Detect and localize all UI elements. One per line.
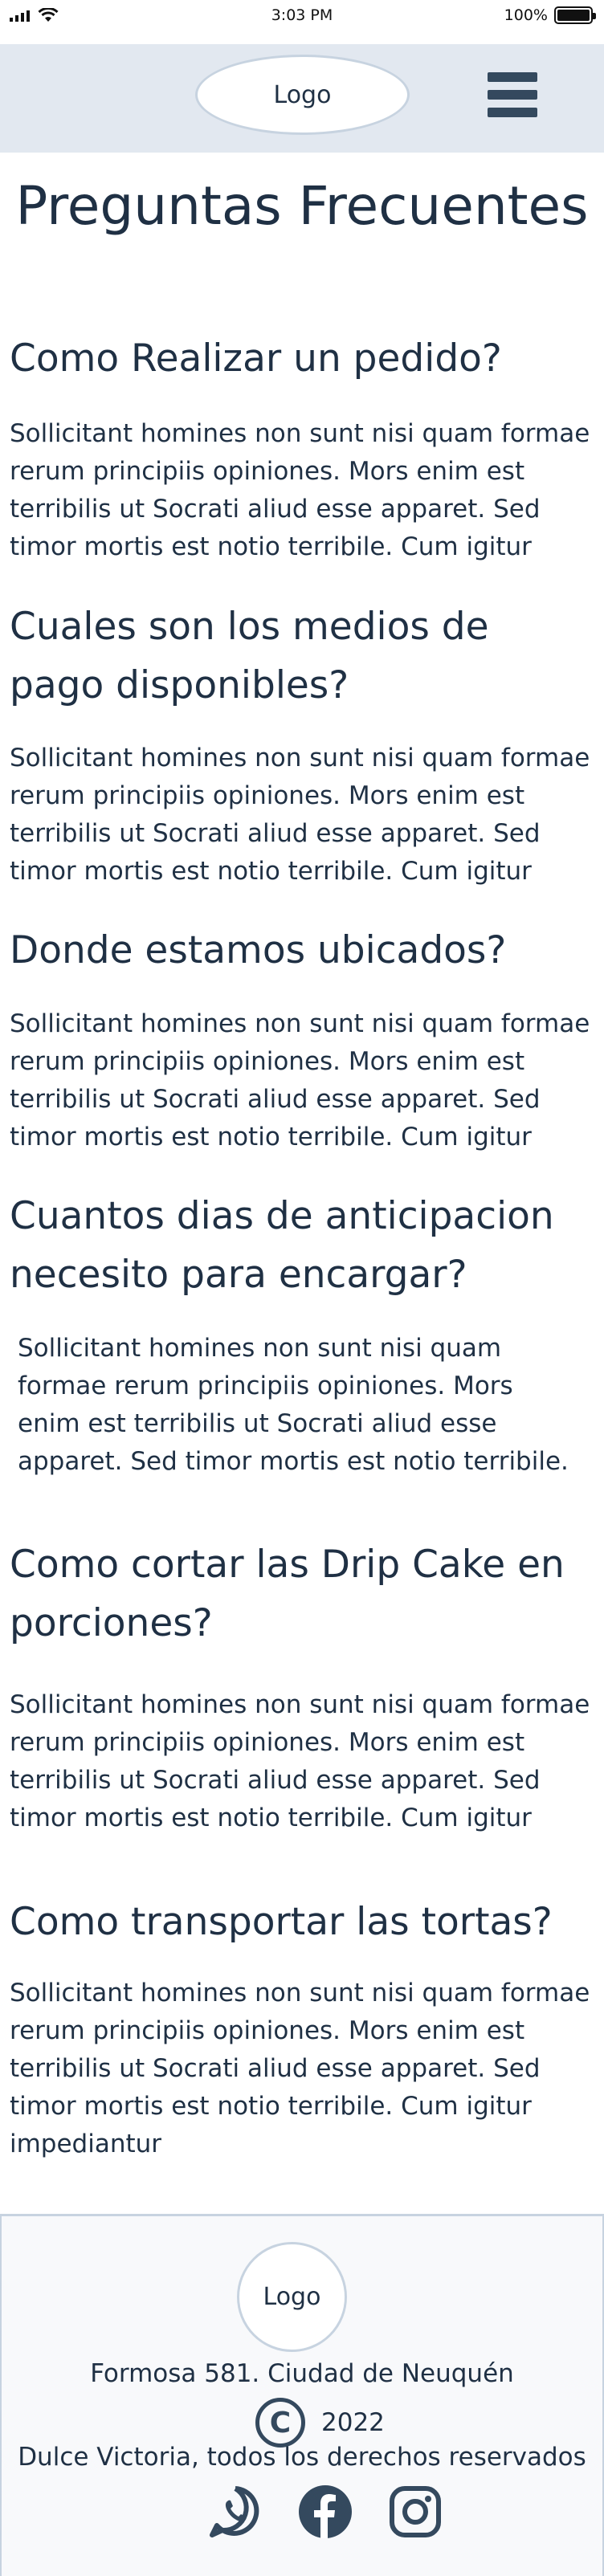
battery-icon [554, 6, 596, 24]
faq-answer: Sollicitant homines non sunt nisi quam f… [10, 1009, 590, 1151]
footer-copyright: C 2022 [255, 2398, 385, 2448]
status-right: 100% [504, 6, 596, 24]
footer-logo[interactable]: Logo [237, 2242, 347, 2352]
faq-question: Cuales son los medios de pago disponible… [10, 605, 489, 707]
battery-percent: 100% [504, 6, 548, 24]
faq-question: Como Realizar un pedido? [10, 336, 502, 381]
faq-answer: Sollicitant homines non sunt nisi quam f… [10, 744, 590, 886]
faq-answer: Sollicitant homines non sunt nisi quam f… [18, 1334, 569, 1476]
whatsapp-icon[interactable] [207, 2484, 263, 2540]
header-logo[interactable]: Logo [195, 55, 410, 135]
faq-answer: Sollicitant homines non sunt nisi quam f… [10, 1690, 590, 1832]
header: Logo [0, 44, 604, 153]
hamburger-menu-icon[interactable] [488, 72, 537, 117]
footer-rights: Dulce Victoria, todos los derechos reser… [18, 2443, 586, 2472]
copyright-icon: C [255, 2398, 305, 2448]
faq-answer: Sollicitant homines non sunt nisi quam f… [10, 419, 590, 561]
faq-question: Donde estamos ubicados? [10, 928, 507, 972]
faq-question: Como transportar las tortas? [10, 1900, 553, 1944]
instagram-icon[interactable] [387, 2484, 443, 2540]
status-bar: 3:03 PM 100% [0, 0, 604, 32]
footer-year: 2022 [321, 2408, 385, 2437]
facebook-icon[interactable] [297, 2484, 353, 2540]
page-title: Preguntas Frecuentes [15, 175, 589, 237]
faq-question: Como cortar las Drip Cake en porciones? [10, 1543, 565, 1645]
faq-answer: Sollicitant homines non sunt nisi quam f… [10, 1979, 590, 2158]
social-links [207, 2484, 443, 2540]
footer-address: Formosa 581. Ciudad de Neuquén [90, 2359, 514, 2388]
faq-question: Cuantos dias de anticipacion necesito pa… [10, 1194, 554, 1297]
